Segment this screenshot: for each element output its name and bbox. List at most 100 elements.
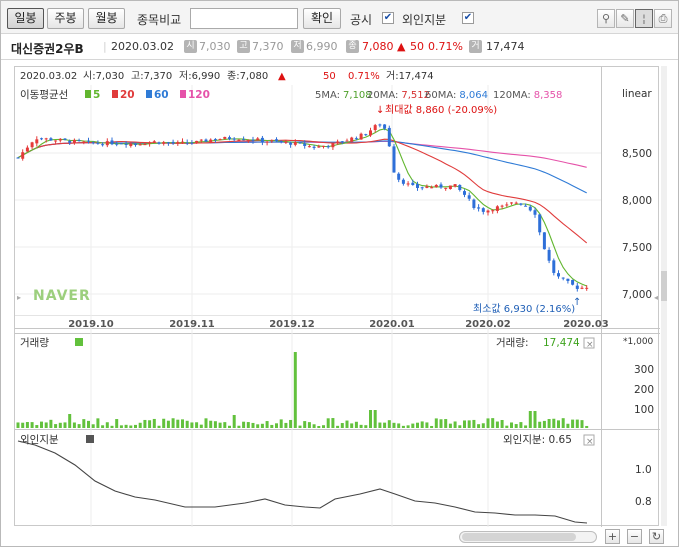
candle-body	[467, 195, 471, 199]
volume-bar	[340, 423, 344, 428]
zoom-in-button[interactable]: +	[605, 529, 620, 544]
x-tick: 2020.01	[369, 319, 415, 330]
ma-legend-swatch	[146, 90, 152, 98]
candle-body	[350, 137, 354, 142]
candle-body	[124, 143, 128, 145]
volume-bar	[387, 420, 391, 428]
volume-right-value: 17,474	[543, 337, 580, 349]
daily-button[interactable]: 일봉	[7, 8, 44, 29]
volume-bar	[279, 419, 283, 428]
candle-body	[185, 142, 189, 144]
ma-legend-label: 120	[188, 89, 210, 101]
ma-line-5	[17, 128, 587, 287]
candle-body	[359, 133, 363, 140]
volume-bar	[411, 423, 415, 428]
volume-bar	[401, 425, 405, 428]
candle-body	[237, 139, 241, 141]
candle-body	[232, 138, 236, 140]
candle-body	[491, 210, 495, 212]
disclosure-checkbox[interactable]: ✔	[382, 12, 394, 24]
scale-label[interactable]: linear	[622, 88, 652, 100]
candle-body	[505, 204, 509, 206]
refresh-icon[interactable]: ↻	[649, 529, 664, 544]
volume-bar	[392, 422, 396, 428]
volume-bar	[307, 422, 311, 428]
ma-value: 5MA: 7,108	[315, 90, 372, 101]
candle-body	[585, 287, 589, 289]
volume-value: 17,474	[486, 40, 525, 53]
print-icon[interactable]: ⎙	[654, 9, 672, 28]
candle-body	[246, 140, 250, 142]
ma-line-120	[17, 140, 587, 168]
candle-body	[458, 185, 462, 190]
foreign-right-label: 외인지분: 0.65	[503, 434, 572, 446]
volume-bar	[472, 419, 476, 428]
candle-body	[77, 140, 81, 142]
volume-bar	[458, 425, 462, 428]
chart-area[interactable]: 2020.03.02 시:7,030 고:7,370 저:6,990 종:7,0…	[14, 66, 660, 527]
right-scroll-arrow-icon[interactable]: ◂	[654, 293, 658, 302]
volume-bar	[397, 423, 401, 428]
stock-chart-widget: 일봉 주봉 월봉 종목비교 확인 공시 ✔ 외인지분 ✔ ⚲ ✎ ¦ ⎙ 대신증…	[0, 0, 679, 547]
ma-line-20	[17, 138, 588, 244]
volume-bar	[444, 419, 448, 428]
volume-badge: 거	[469, 40, 482, 53]
vertical-scrollbar[interactable]	[660, 66, 668, 526]
candle-body	[284, 141, 288, 143]
candle-body	[495, 206, 499, 211]
candle-body	[528, 206, 532, 211]
volume-bar	[129, 425, 133, 428]
low-value: 6,990	[306, 40, 338, 53]
volume-bar	[242, 421, 246, 428]
monthly-button[interactable]: 월봉	[88, 8, 125, 29]
close-value: 7,080	[362, 40, 394, 53]
volume-bar	[580, 420, 584, 428]
stock-name: 대신증권2우B	[11, 42, 84, 56]
candle-body	[16, 157, 20, 159]
foreign-checkbox[interactable]: ✔	[462, 12, 474, 24]
candle-body	[369, 130, 372, 136]
volume-bar	[105, 422, 109, 428]
foreign-title: 외인지분	[20, 434, 59, 446]
up-arrow-icon: ▲	[397, 40, 406, 53]
volume-bar	[514, 424, 518, 428]
candle-body	[218, 139, 222, 141]
pencil-icon[interactable]: ✎	[616, 9, 634, 28]
volume-bar	[519, 422, 523, 428]
volume-bar	[289, 419, 293, 428]
volume-bar	[317, 425, 321, 428]
confirm-button[interactable]: 확인	[303, 8, 341, 29]
candle-body	[91, 142, 95, 144]
volume-bar	[284, 422, 288, 428]
candle-cursor-icon[interactable]: ¦	[635, 9, 653, 28]
candle-body	[439, 184, 443, 188]
volume-bar	[373, 410, 377, 428]
candle-body	[425, 186, 429, 188]
volume-bar	[87, 420, 90, 428]
ma-value: 20MA: 7,512	[367, 90, 430, 101]
left-scroll-arrow-icon[interactable]: ▸	[17, 293, 21, 302]
candle-body	[30, 142, 34, 148]
candle-body	[406, 183, 410, 185]
compare-input[interactable]	[190, 8, 298, 29]
zoom-out-button[interactable]: −	[627, 529, 642, 544]
volume-y-tick: 100	[634, 404, 654, 416]
indicator-icon[interactable]: ⚲	[597, 9, 615, 28]
toolbar: 일봉 주봉 월봉 종목비교 확인 공시 ✔ 외인지분 ✔ ⚲ ✎ ¦ ⎙	[1, 1, 678, 34]
candle-body	[58, 138, 62, 141]
candle-body	[557, 273, 560, 277]
candle-body	[575, 285, 579, 289]
ma-legend-label: 60	[154, 89, 169, 101]
horizontal-scroll-thumb[interactable]	[462, 533, 576, 541]
weekly-button[interactable]: 주봉	[47, 8, 84, 29]
min-marker-icon: ↑	[573, 297, 581, 308]
volume-bar	[35, 425, 39, 428]
volume-bar	[575, 419, 579, 428]
volume-bar	[547, 419, 551, 428]
horizontal-scrollbar[interactable]	[459, 531, 597, 543]
volume-bar	[378, 422, 382, 428]
volume-bar	[218, 422, 222, 428]
candle-body	[533, 210, 537, 215]
volume-bar	[331, 418, 335, 428]
candle-body	[571, 279, 575, 285]
